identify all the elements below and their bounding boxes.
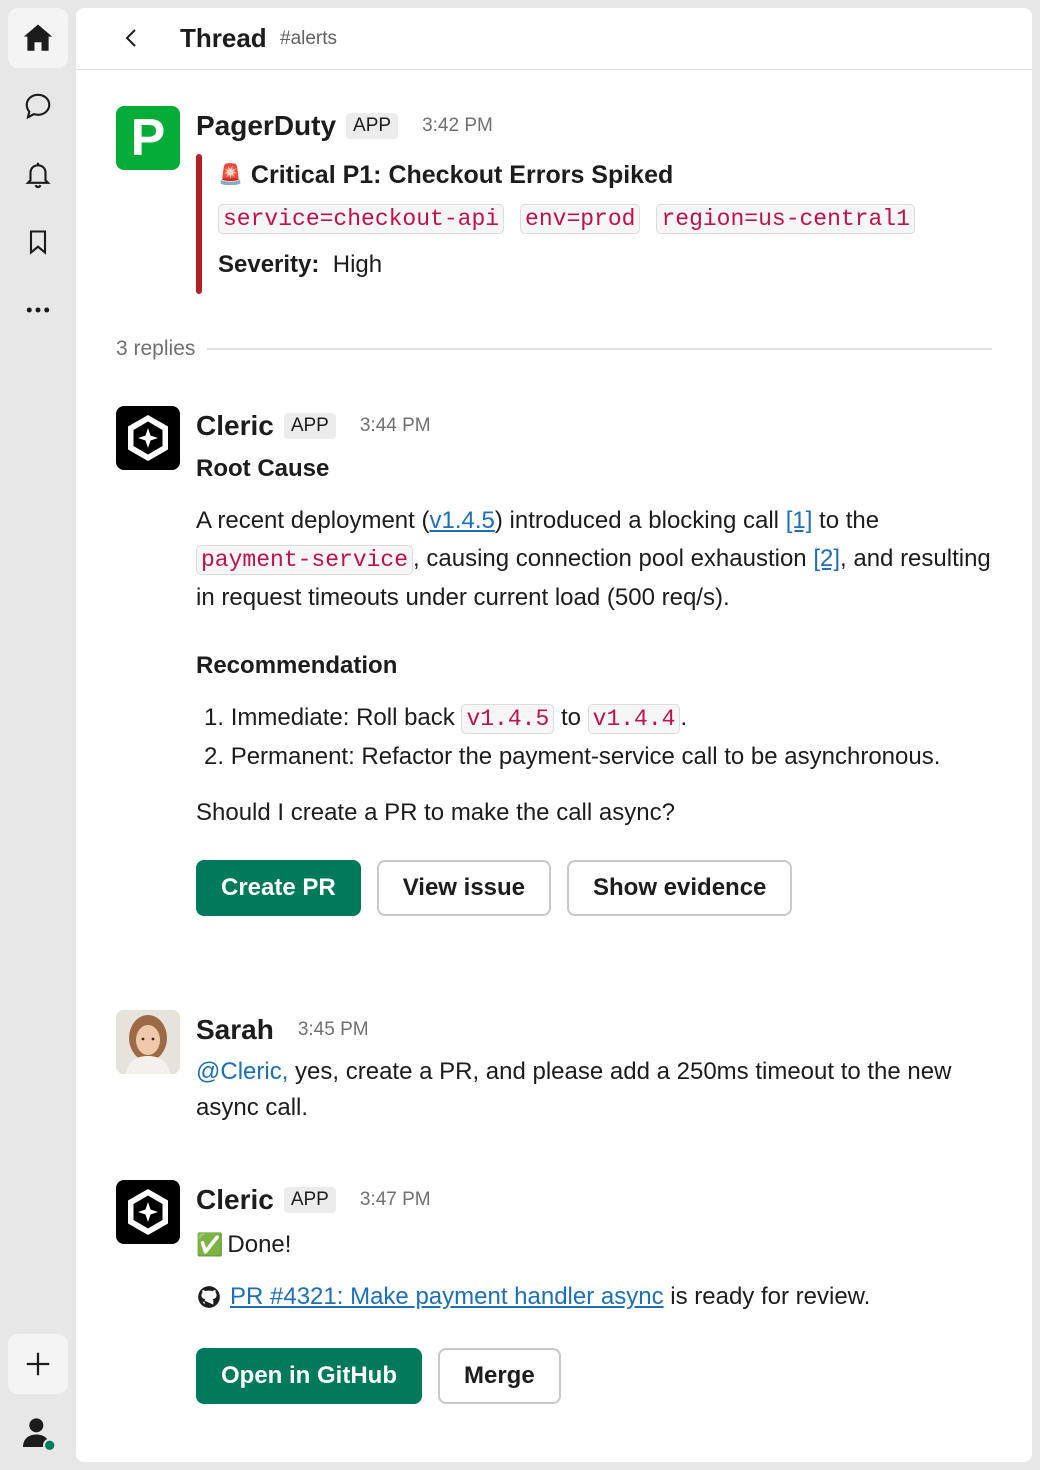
timestamp[interactable]: 3:45 PM [298,1019,369,1041]
mention-link[interactable]: @Cleric, [196,1058,288,1085]
inline-code: v1.4.5 [461,704,555,734]
question-text: Should I create a PR to make the call as… [196,799,675,826]
home-icon[interactable] [8,8,68,68]
action-buttons: Open in GitHub Merge [196,1348,992,1404]
more-icon[interactable] [8,280,68,340]
thread-panel: Thread #alerts P PagerDuty APP 3:42 PM 🚨… [76,8,1032,1462]
alert-labels: service=checkout-api env=prod region=us-… [218,204,992,234]
root-cause-text: A recent deployment (v1.4.5) introduced … [196,507,991,611]
severity-row: Severity: High [218,246,992,284]
message-text: @Cleric, yes, create a PR, and please ad… [196,1058,952,1121]
list-item: 1. Immediate: Roll back v1.4.5 to v1.4.4… [204,704,688,734]
done-row: ✅ Done! [196,1226,992,1264]
back-arrow-icon[interactable] [122,26,142,50]
author-name[interactable]: Cleric [196,410,274,442]
header-title: Thread [180,23,267,53]
pr-row: PR #4321: Make payment handler async is … [196,1278,992,1316]
sarah-message: Sarah 3:45 PM @Cleric, yes, create a PR,… [116,1010,992,1140]
pagerduty-avatar[interactable]: P [116,106,180,170]
inline-code: payment-service [196,545,414,575]
recommendation-list: 1. Immediate: Roll back v1.4.5 to v1.4.4… [196,699,992,776]
author-name[interactable]: PagerDuty [196,110,336,142]
show-evidence-button[interactable]: Show evidence [567,860,793,916]
reference-link[interactable]: [1] [786,507,813,534]
check-icon: ✅ [196,1232,224,1257]
cleric-logo-icon [128,1189,168,1235]
header-channel[interactable]: #alerts [280,28,337,50]
cleric-message: Cleric APP 3:44 PM Root Cause A recent d… [116,406,992,946]
github-icon [198,1286,220,1308]
timestamp[interactable]: 3:42 PM [422,115,493,137]
sarah-avatar[interactable] [116,1010,180,1074]
thread-header: Thread #alerts [76,8,1032,70]
pr-link[interactable]: PR #4321: Make payment handler async [230,1278,664,1316]
alert-message: P PagerDuty APP 3:42 PM 🚨 Critical P1: C… [116,106,992,306]
label-chip: region=us-central1 [656,204,915,234]
merge-button[interactable]: Merge [437,1348,561,1404]
action-buttons: Create PR View issue Show evidence [196,860,992,916]
replies-count: 3 replies [116,337,196,360]
reference-link[interactable]: [2] [813,545,840,572]
alert-title-row: 🚨 Critical P1: Checkout Errors Spiked [218,156,992,194]
done-text: Done! [227,1231,292,1258]
severity-label: Severity: [218,251,320,278]
timestamp[interactable]: 3:44 PM [360,415,431,437]
pagerduty-logo: P [130,109,166,167]
version-link[interactable]: v1.4.5 [429,507,494,534]
label-chip: env=prod [520,204,641,234]
create-pr-button[interactable]: Create PR [196,860,361,916]
open-in-github-button[interactable]: Open in GitHub [196,1348,422,1404]
replies-divider: 3 replies [116,334,992,364]
plus-icon[interactable] [8,1334,68,1394]
siren-icon: 🚨 [218,164,243,186]
bookmark-icon[interactable] [8,212,68,272]
left-rail [0,0,76,1470]
cleric-avatar[interactable] [116,1180,180,1244]
app-badge: APP [346,113,399,139]
bell-icon[interactable] [8,144,68,204]
alert-title: Critical P1: Checkout Errors Spiked [250,161,674,189]
app-badge: APP [283,413,336,439]
label-chip: service=checkout-api [218,204,505,234]
recommendation-heading: Recommendation [196,652,398,679]
chat-icon[interactable] [8,76,68,136]
author-name[interactable]: Cleric [196,1184,274,1216]
user-photo-icon [116,1010,180,1074]
alert-color-bar [196,154,202,294]
severity-value: High [332,251,383,278]
cleric-message: Cleric APP 3:47 PM ✅ Done! PR #4321: Mak… [116,1180,992,1420]
inline-code: v1.4.4 [587,704,681,734]
list-item: 2. Permanent: Refactor the payment-servi… [204,743,941,770]
cleric-logo-icon [128,415,168,461]
status-dot [43,1438,57,1452]
cleric-avatar[interactable] [116,406,180,470]
root-cause-heading: Root Cause [196,455,330,482]
app-badge: APP [283,1187,336,1213]
author-name[interactable]: Sarah [196,1014,274,1046]
view-issue-button[interactable]: View issue [376,860,552,916]
user-icon[interactable] [8,1402,68,1462]
timestamp[interactable]: 3:47 PM [360,1189,431,1211]
